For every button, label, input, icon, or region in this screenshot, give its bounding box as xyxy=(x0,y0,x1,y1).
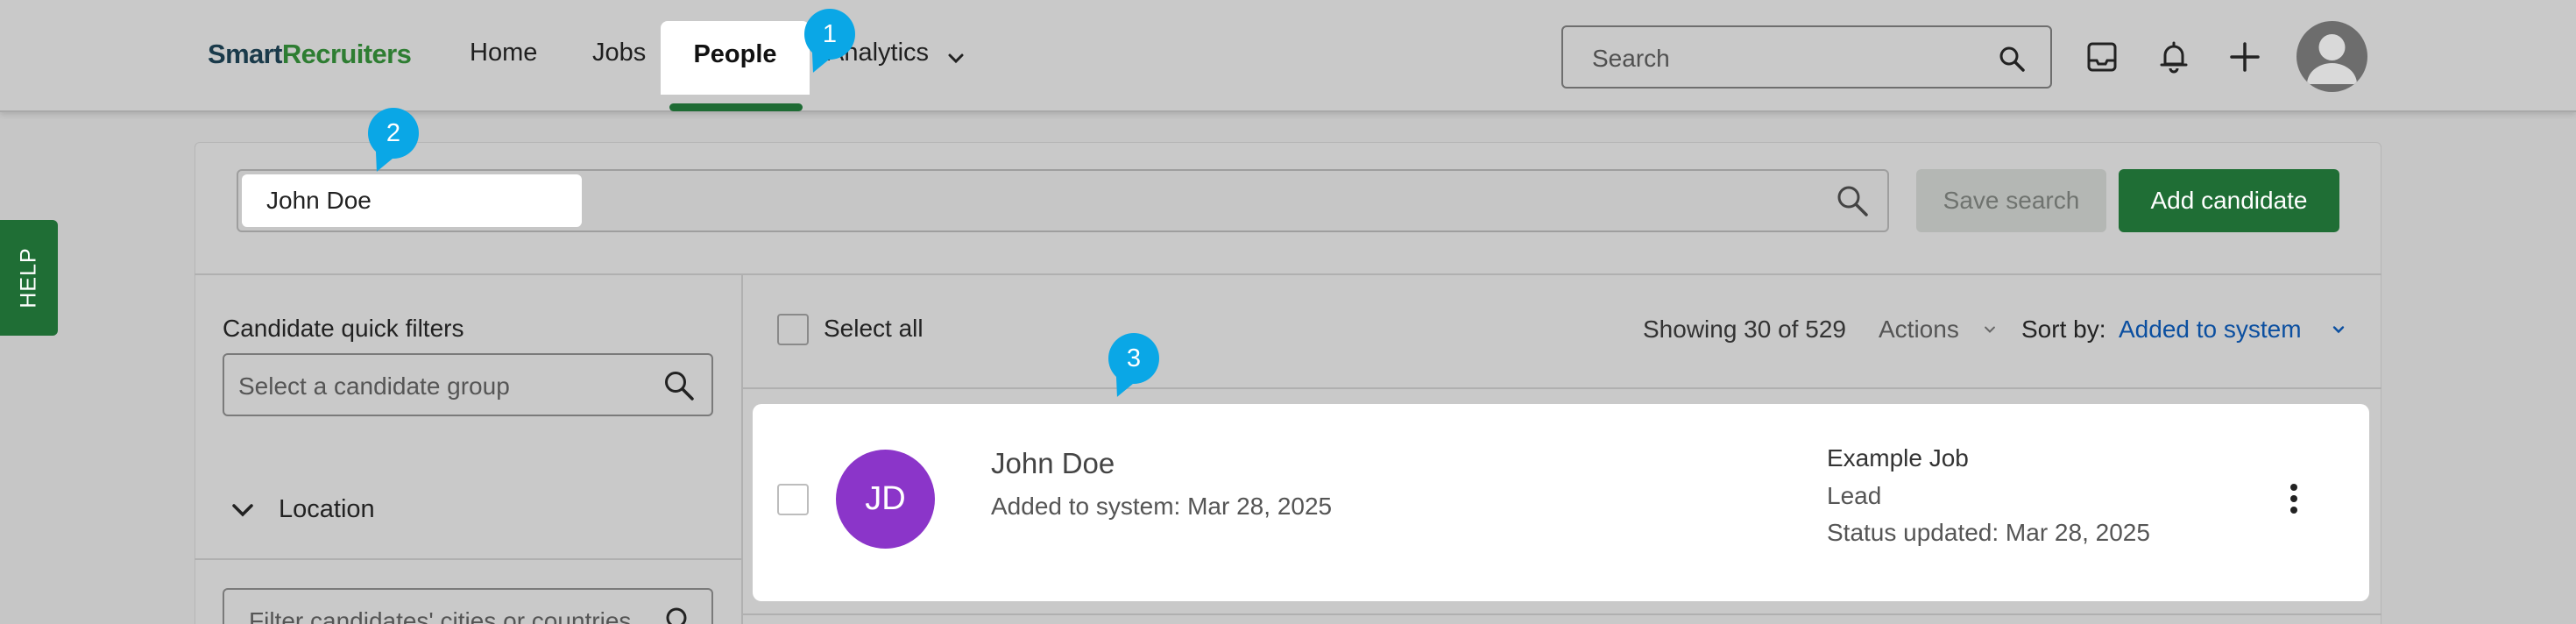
annotation-marker-2: 2 xyxy=(368,108,419,159)
user-avatar[interactable] xyxy=(2296,21,2367,92)
sort-by-dropdown[interactable]: Added to system xyxy=(2119,316,2302,344)
logo-text-smart: Smart xyxy=(208,39,282,69)
save-search-button[interactable]: Save search xyxy=(1916,169,2106,232)
nav-home[interactable]: Home xyxy=(470,39,537,67)
candidate-added-date: Added to system: Mar 28, 2025 xyxy=(991,493,1333,520)
candidate-group-placeholder: Select a candidate group xyxy=(238,372,510,400)
divider xyxy=(743,613,2381,615)
location-chevron-down-icon[interactable] xyxy=(230,497,256,523)
search-icon xyxy=(665,372,694,401)
help-tab-label: HELP xyxy=(16,247,41,308)
actions-dropdown[interactable]: Actions xyxy=(1879,316,1959,344)
candidate-search-icon[interactable] xyxy=(1835,183,1870,218)
location-filter-input[interactable]: Filter candidates' cities or countries xyxy=(223,588,713,624)
annotation-marker-1: 1 xyxy=(804,9,855,60)
add-candidate-button[interactable]: Add candidate xyxy=(2119,169,2339,232)
divider xyxy=(195,273,2381,275)
global-search-placeholder: Search xyxy=(1592,45,1670,72)
quick-filters-label: Candidate quick filters xyxy=(223,315,464,342)
nav-jobs[interactable]: Jobs xyxy=(592,39,646,67)
location-filter-placeholder: Filter candidates' cities or countries xyxy=(249,607,632,624)
candidate-search-query-text: John Doe xyxy=(266,187,372,214)
candidate-status-updated: Status updated: Mar 28, 2025 xyxy=(1827,519,2150,546)
sort-chevron-down-icon[interactable] xyxy=(2331,322,2346,337)
results-count: Showing 30 of 529 xyxy=(1643,316,1846,343)
candidate-name[interactable]: John Doe xyxy=(991,447,1115,480)
search-icon[interactable] xyxy=(1998,45,2026,73)
logo-text-recruiters: Recruiters xyxy=(281,39,412,69)
bell-icon[interactable] xyxy=(2157,40,2190,74)
sort-by-label: Sort by: xyxy=(2021,316,2106,343)
candidate-stage: Lead xyxy=(1827,482,1882,509)
nav-people[interactable]: People xyxy=(661,21,810,95)
analytics-chevron-down-icon[interactable] xyxy=(946,48,966,67)
annotation-marker-3: 3 xyxy=(1108,333,1159,384)
divider xyxy=(195,558,741,560)
smartrecruiters-logo[interactable]: SmartRecruiters xyxy=(208,39,412,70)
candidate-group-select[interactable]: Select a candidate group xyxy=(223,353,713,416)
more-options-icon[interactable] xyxy=(2287,484,2301,515)
divider xyxy=(743,387,2381,389)
candidate-avatar[interactable]: JD xyxy=(836,450,935,549)
divider xyxy=(741,275,743,624)
global-search-input[interactable]: Search xyxy=(1561,25,2052,89)
user-avatar-icon xyxy=(2307,34,2357,84)
candidate-checkbox[interactable] xyxy=(777,484,809,515)
nav-people-label: People xyxy=(693,40,777,68)
candidate-job-title[interactable]: Example Job xyxy=(1827,444,1969,472)
nav-active-underline xyxy=(669,103,803,111)
inbox-icon[interactable] xyxy=(2085,40,2119,74)
candidate-search-query[interactable]: John Doe xyxy=(242,174,582,227)
location-filter-toggle[interactable]: Location xyxy=(279,495,375,524)
help-tab[interactable]: HELP xyxy=(0,220,58,336)
select-all-label[interactable]: Select all xyxy=(824,315,924,343)
select-all-checkbox[interactable] xyxy=(777,314,809,345)
plus-icon[interactable] xyxy=(2228,40,2261,74)
search-icon xyxy=(666,607,687,624)
actions-chevron-down-icon[interactable] xyxy=(1982,322,1998,337)
